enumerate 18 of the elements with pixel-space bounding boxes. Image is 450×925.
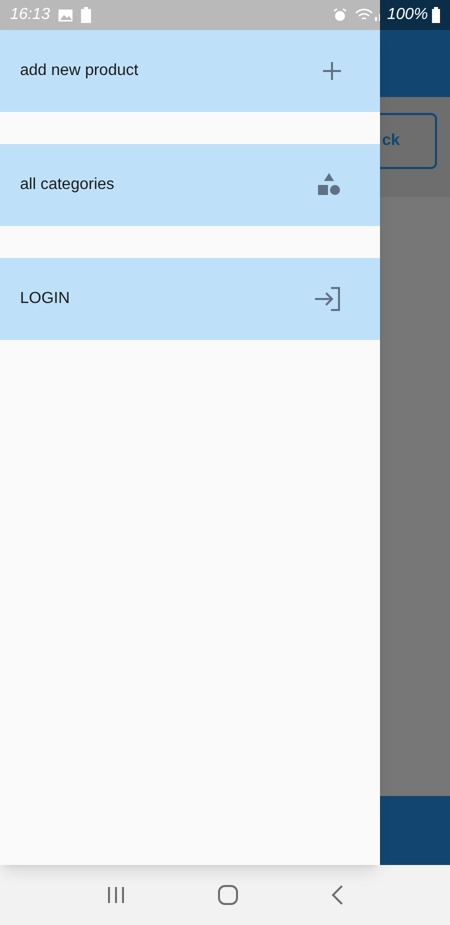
bottom-bar xyxy=(380,796,450,865)
back-icon[interactable] xyxy=(331,885,344,905)
battery-icon xyxy=(81,7,92,23)
drawer-item[interactable]: add new product xyxy=(0,30,380,112)
plus-icon xyxy=(322,61,342,81)
alarm-icon xyxy=(333,8,348,22)
app-bar xyxy=(380,30,450,97)
recent-apps-icon[interactable] xyxy=(106,886,125,904)
shapes-icon xyxy=(316,172,342,198)
image-icon xyxy=(58,8,74,22)
battery-icon xyxy=(432,7,440,23)
status-time: 16:13 xyxy=(10,5,50,25)
login-icon xyxy=(314,287,342,311)
home-icon[interactable] xyxy=(218,885,238,905)
wifi-icon xyxy=(355,8,374,22)
battery-percent: 100% xyxy=(387,5,428,25)
drawer-item[interactable]: LOGIN xyxy=(0,258,380,340)
drawer-item[interactable]: all categories xyxy=(0,144,380,226)
